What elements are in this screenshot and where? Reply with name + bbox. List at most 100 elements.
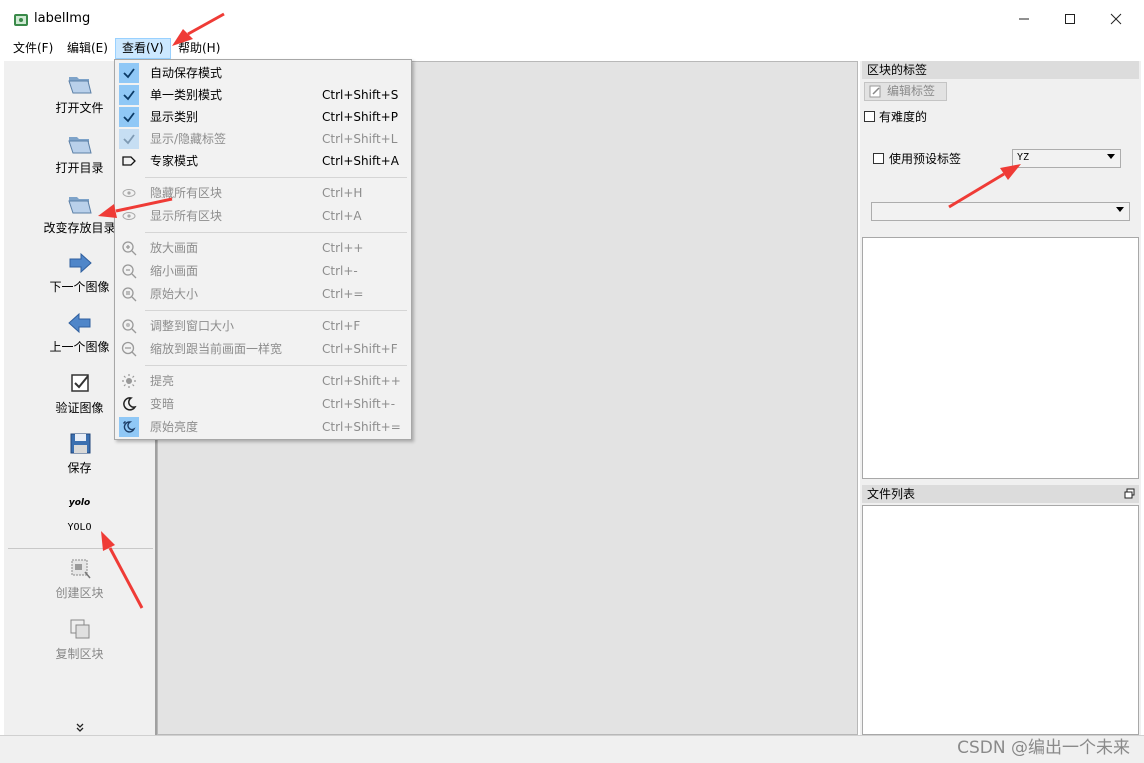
- maximize-button[interactable]: [1047, 0, 1093, 38]
- close-icon: [1110, 13, 1122, 25]
- menu-item-hide-all[interactable]: 隐藏所有区块 Ctrl+H: [115, 182, 411, 204]
- menu-item-auto-save[interactable]: 自动保存模式: [115, 62, 411, 84]
- menu-item-label: 显示类别: [150, 110, 199, 124]
- menu-item-shortcut: Ctrl++: [322, 241, 364, 255]
- file-list[interactable]: [862, 505, 1139, 735]
- menu-item-label: 变暗: [150, 397, 175, 411]
- menu-item-shortcut: Ctrl+Shift+P: [322, 110, 398, 124]
- menu-item-shortcut: Ctrl+A: [322, 209, 362, 223]
- eye-icon: [122, 212, 136, 220]
- box-labels-title: 区块的标签: [862, 61, 1139, 79]
- use-default-label-text: 使用预设标签: [889, 152, 962, 166]
- difficult-label: 有难度的: [879, 110, 928, 124]
- copy-box-icon: [70, 619, 89, 639]
- menu-item-brighten[interactable]: 提亮 Ctrl+Shift++: [115, 370, 411, 392]
- edit-label-button[interactable]: 编辑标签: [864, 82, 947, 101]
- fit-width-icon: [121, 341, 137, 357]
- save-label: 保存: [67, 461, 92, 475]
- folder-open-icon: [67, 197, 92, 214]
- label-filter-combo[interactable]: [871, 202, 1130, 221]
- copy-box-button[interactable]: 复制区块: [4, 617, 155, 662]
- eye-icon: [122, 189, 136, 197]
- menu-item-darken[interactable]: 变暗 Ctrl+Shift+-: [115, 393, 411, 415]
- app-icon: [14, 14, 28, 26]
- menu-item-shortcut: Ctrl+-: [322, 264, 358, 278]
- arrow-left-icon: [67, 312, 90, 334]
- yolo-icon-text: yolo: [68, 498, 91, 508]
- menu-item-original-brightness[interactable]: 原始亮度 Ctrl+Shift+=: [115, 416, 411, 438]
- watermark: CSDN @编出一个未来: [957, 738, 1130, 758]
- menu-item-toggle-labels[interactable]: 显示/隐藏标签 Ctrl+Shift+L: [115, 128, 411, 150]
- menu-item-fit-width[interactable]: 缩放到跟当前画面一样宽 Ctrl+Shift+F: [115, 338, 411, 360]
- folder-open-icon: [67, 77, 92, 94]
- menu-item-label: 单一类别模式: [150, 88, 223, 102]
- arrow-right-icon: [69, 252, 92, 274]
- float-window-icon[interactable]: [1124, 488, 1135, 499]
- menu-item-shortcut: Ctrl+Shift++: [322, 374, 401, 388]
- menu-item-label: 专家模式: [150, 154, 199, 168]
- sun-icon: [122, 374, 136, 388]
- menu-item-label: 显示/隐藏标签: [150, 132, 227, 146]
- moon-icon: [123, 397, 137, 411]
- close-button[interactable]: [1093, 0, 1139, 38]
- menu-item-advanced-mode[interactable]: 专家模式 Ctrl+Shift+A: [115, 150, 411, 172]
- menu-separator: [145, 310, 407, 311]
- menu-item-shortcut: Ctrl+Shift+=: [322, 420, 401, 434]
- menu-file[interactable]: 文件(F): [7, 38, 59, 59]
- check-icon: [119, 85, 139, 105]
- window-title: labelImg: [34, 11, 91, 26]
- menu-item-shortcut: Ctrl+=: [322, 287, 364, 301]
- check-icon: [119, 129, 139, 149]
- use-default-label-checkbox[interactable]: [873, 153, 884, 164]
- default-label-value: YZ: [1017, 152, 1030, 163]
- menu-item-display-label[interactable]: 显示类别 Ctrl+Shift+P: [115, 106, 411, 128]
- minimize-button[interactable]: [1001, 0, 1047, 38]
- menu-item-original-size[interactable]: 原始大小 Ctrl+=: [115, 283, 411, 305]
- double-chevron-down-icon[interactable]: [75, 723, 85, 733]
- create-box-button[interactable]: 创建区块: [4, 556, 155, 601]
- view-menu-dropdown: 自动保存模式 单一类别模式 Ctrl+Shift+S 显示类别 Ctrl+Shi…: [114, 59, 412, 440]
- difficult-checkbox[interactable]: [864, 111, 875, 122]
- yolo-format-button[interactable]: yolo YOLO: [4, 496, 155, 533]
- menu-item-shortcut: Ctrl+Shift+L: [322, 132, 398, 146]
- menu-item-shortcut: Ctrl+Shift+-: [322, 397, 396, 411]
- menu-item-shortcut: Ctrl+Shift+F: [322, 342, 398, 356]
- maximize-icon: [1065, 14, 1075, 24]
- menu-item-label: 缩放到跟当前画面一样宽: [150, 342, 283, 356]
- label-list[interactable]: [862, 237, 1139, 479]
- menu-item-zoom-out[interactable]: 缩小画面 Ctrl+-: [115, 260, 411, 282]
- folder-open-icon: [67, 137, 92, 154]
- check-icon: [119, 107, 139, 127]
- zoom-in-icon: [122, 241, 137, 256]
- menu-item-zoom-in[interactable]: 放大画面 Ctrl++: [115, 237, 411, 259]
- zoom-reset-icon: [122, 287, 137, 302]
- copy-box-label: 复制区块: [55, 647, 104, 661]
- menu-item-show-all[interactable]: 显示所有区块 Ctrl+A: [115, 205, 411, 227]
- create-box-icon: [71, 559, 91, 579]
- menu-view[interactable]: 查看(V): [115, 38, 171, 59]
- check-icon: [119, 63, 139, 83]
- menu-item-label: 显示所有区块: [150, 209, 223, 223]
- chevron-down-icon: [1116, 207, 1124, 212]
- menu-edit[interactable]: 编辑(E): [61, 38, 114, 59]
- menu-item-single-class[interactable]: 单一类别模式 Ctrl+Shift+S: [115, 84, 411, 106]
- menu-item-shortcut: Ctrl+F: [322, 319, 361, 333]
- menu-item-label: 调整到窗口大小: [150, 319, 235, 333]
- menu-separator: [145, 365, 407, 366]
- brightness-reset-icon: [119, 417, 139, 437]
- menu-help[interactable]: 帮助(H): [172, 38, 226, 59]
- tag-icon: [122, 156, 136, 166]
- default-label-combo[interactable]: YZ: [1012, 149, 1121, 168]
- menu-bar: 文件(F) 编辑(E) 查看(V) 帮助(H): [0, 38, 1144, 59]
- menu-item-label: 缩小画面: [150, 264, 199, 278]
- title-bar: labelImg: [0, 0, 1144, 38]
- menu-item-label: 自动保存模式: [150, 66, 223, 80]
- yolo-label: YOLO: [67, 522, 92, 533]
- menu-item-fit-window[interactable]: 调整到窗口大小 Ctrl+F: [115, 315, 411, 337]
- create-box-label: 创建区块: [55, 586, 104, 600]
- menu-item-label: 放大画面: [150, 241, 199, 255]
- zoom-out-icon: [122, 264, 137, 279]
- file-list-title: 文件列表: [862, 485, 1139, 503]
- menu-item-shortcut: Ctrl+Shift+A: [322, 154, 399, 168]
- floppy-disk-icon: [70, 433, 90, 454]
